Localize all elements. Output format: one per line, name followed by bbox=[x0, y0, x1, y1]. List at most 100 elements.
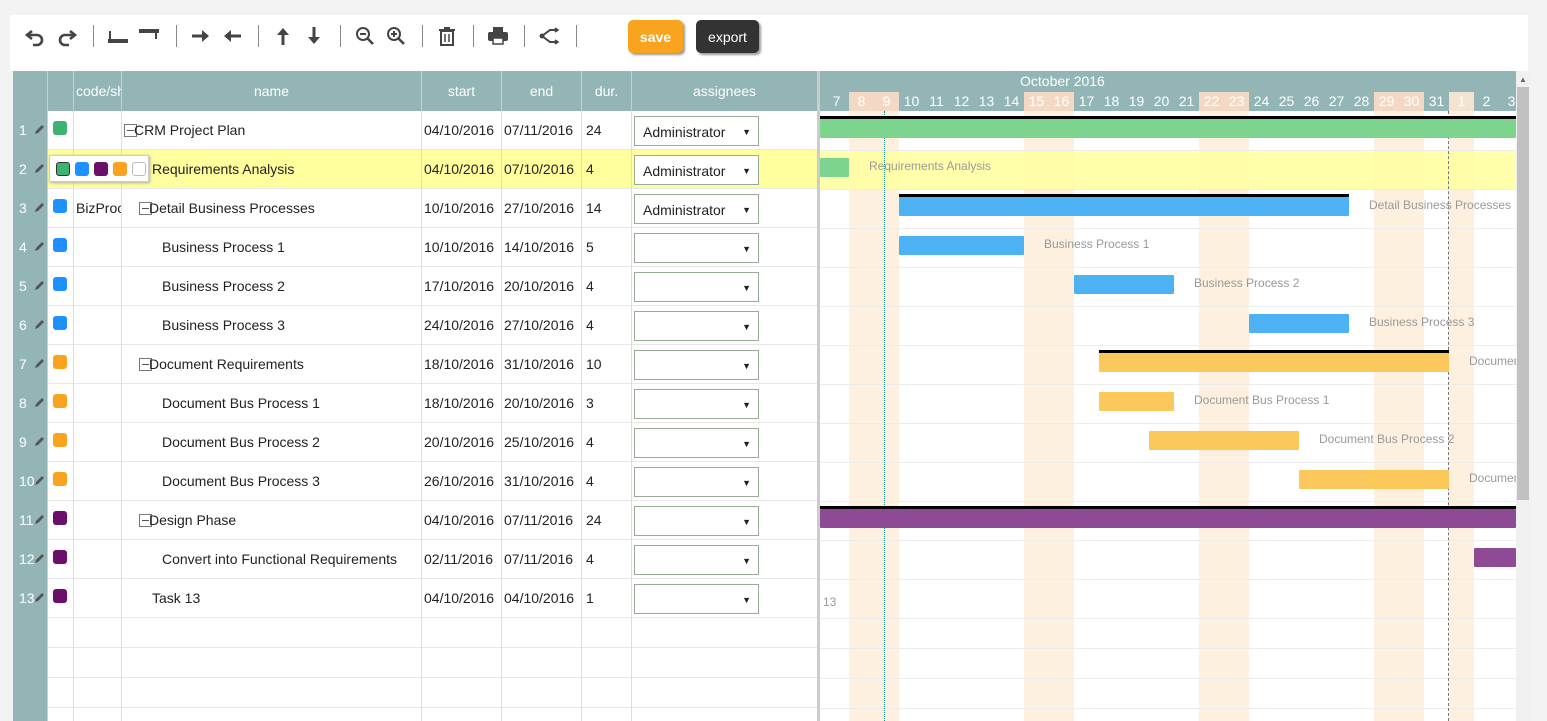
duration-cell[interactable]: 4 bbox=[582, 267, 632, 306]
gantt-task-bar[interactable] bbox=[899, 236, 1024, 255]
status-option-orange[interactable] bbox=[113, 162, 127, 176]
status-square[interactable] bbox=[53, 511, 67, 525]
status-cell[interactable] bbox=[48, 111, 74, 150]
code-cell[interactable] bbox=[74, 540, 122, 579]
name-cell[interactable]: Business Process 3 bbox=[122, 306, 422, 345]
status-cell[interactable] bbox=[48, 384, 74, 423]
duration-cell[interactable]: 24 bbox=[582, 111, 632, 150]
assignee-select[interactable]: ▼ bbox=[634, 350, 759, 380]
status-square[interactable] bbox=[53, 394, 67, 408]
gantt-task-bar[interactable] bbox=[1299, 470, 1449, 489]
status-cell[interactable] bbox=[48, 345, 74, 384]
edit-pencil-icon[interactable] bbox=[33, 475, 45, 487]
assignee-select[interactable]: ▼ bbox=[634, 389, 759, 419]
edit-pencil-icon[interactable] bbox=[33, 319, 45, 331]
assignee-select[interactable]: ▼ bbox=[634, 506, 759, 536]
assignee-select[interactable]: ▼ bbox=[634, 428, 759, 458]
start-date-cell[interactable]: 18/10/2016 bbox=[422, 384, 502, 423]
name-cell[interactable]: Document Bus Process 1 bbox=[122, 384, 422, 423]
status-square[interactable] bbox=[53, 238, 67, 252]
status-square[interactable] bbox=[53, 121, 67, 135]
outdent-icon[interactable] bbox=[219, 23, 245, 49]
status-cell[interactable] bbox=[48, 501, 74, 540]
code-cell[interactable] bbox=[74, 462, 122, 501]
code-cell[interactable] bbox=[74, 501, 122, 540]
assignee-select[interactable]: ▼ bbox=[634, 467, 759, 497]
edit-pencil-icon[interactable] bbox=[33, 241, 45, 253]
header-end[interactable]: end bbox=[502, 71, 582, 111]
end-date-cell[interactable]: 04/10/2016 bbox=[502, 579, 582, 618]
gantt-summary-bar[interactable] bbox=[820, 116, 1516, 138]
status-cell[interactable] bbox=[48, 267, 74, 306]
edit-pencil-icon[interactable] bbox=[33, 514, 45, 526]
status-square[interactable] bbox=[53, 199, 67, 213]
table-row[interactable]: 12 Convert into Functional Requirements … bbox=[13, 540, 817, 579]
zoom-out-icon[interactable] bbox=[352, 23, 378, 49]
end-date-cell[interactable]: 07/11/2016 bbox=[502, 540, 582, 579]
table-row[interactable]: 11 Design Phase 04/10/2016 07/11/2016 24… bbox=[13, 501, 817, 540]
header-assignees[interactable]: assignees bbox=[632, 71, 817, 111]
end-date-cell[interactable]: 07/10/2016 bbox=[502, 150, 582, 189]
status-square[interactable] bbox=[53, 589, 67, 603]
start-date-cell[interactable]: 04/10/2016 bbox=[422, 501, 502, 540]
assignee-select[interactable]: ▼ bbox=[634, 584, 759, 614]
end-date-cell[interactable]: 27/10/2016 bbox=[502, 189, 582, 228]
start-date-cell[interactable]: 02/11/2016 bbox=[422, 540, 502, 579]
table-row[interactable]: 4 Business Process 1 10/10/2016 14/10/20… bbox=[13, 228, 817, 267]
end-date-cell[interactable]: 31/10/2016 bbox=[502, 345, 582, 384]
start-date-cell[interactable]: 04/10/2016 bbox=[422, 111, 502, 150]
scroll-up-icon[interactable]: ▲ bbox=[1519, 75, 1527, 84]
critical-path-icon[interactable] bbox=[536, 23, 562, 49]
status-cell[interactable] bbox=[48, 540, 74, 579]
status-square[interactable] bbox=[53, 472, 67, 486]
duration-cell[interactable]: 5 bbox=[582, 228, 632, 267]
start-date-cell[interactable]: 26/10/2016 bbox=[422, 462, 502, 501]
status-cell[interactable] bbox=[48, 228, 74, 267]
undo-icon[interactable] bbox=[22, 23, 48, 49]
status-square[interactable] bbox=[53, 550, 67, 564]
duration-cell[interactable]: 4 bbox=[582, 423, 632, 462]
duration-cell[interactable]: 10 bbox=[582, 345, 632, 384]
gantt-summary-bar[interactable] bbox=[899, 194, 1349, 216]
assignee-select[interactable]: ▼ bbox=[634, 233, 759, 263]
status-square[interactable] bbox=[53, 433, 67, 447]
status-square[interactable] bbox=[53, 277, 67, 291]
start-date-cell[interactable]: 04/10/2016 bbox=[422, 150, 502, 189]
edit-pencil-icon[interactable] bbox=[33, 436, 45, 448]
trash-icon[interactable] bbox=[434, 23, 460, 49]
table-row[interactable]: 9 Document Bus Process 2 20/10/2016 25/1… bbox=[13, 423, 817, 462]
header-name[interactable]: name bbox=[122, 71, 422, 111]
gantt-task-bar[interactable] bbox=[1249, 314, 1349, 333]
table-row[interactable]: 10 Document Bus Process 3 26/10/2016 31/… bbox=[13, 462, 817, 501]
status-square[interactable] bbox=[53, 355, 67, 369]
edit-pencil-icon[interactable] bbox=[33, 553, 45, 565]
redo-icon[interactable] bbox=[54, 23, 80, 49]
status-cell[interactable] bbox=[48, 423, 74, 462]
code-cell[interactable] bbox=[74, 267, 122, 306]
duration-cell[interactable]: 4 bbox=[582, 462, 632, 501]
insert-below-icon[interactable] bbox=[136, 23, 162, 49]
name-cell[interactable]: Document Bus Process 3 bbox=[122, 462, 422, 501]
status-cell[interactable] bbox=[48, 306, 74, 345]
table-row[interactable]: 7 Document Requirements 18/10/2016 31/10… bbox=[13, 345, 817, 384]
end-date-cell[interactable]: 07/11/2016 bbox=[502, 111, 582, 150]
move-up-icon[interactable] bbox=[270, 23, 296, 49]
status-option-green[interactable] bbox=[56, 162, 70, 176]
header-start[interactable]: start bbox=[422, 71, 502, 111]
end-date-cell[interactable]: 20/10/2016 bbox=[502, 267, 582, 306]
table-row[interactable]: 5 Business Process 2 17/10/2016 20/10/20… bbox=[13, 267, 817, 306]
start-date-cell[interactable]: 17/10/2016 bbox=[422, 267, 502, 306]
status-option-white[interactable] bbox=[132, 162, 146, 176]
edit-pencil-icon[interactable] bbox=[33, 280, 45, 292]
edit-pencil-icon[interactable] bbox=[33, 202, 45, 214]
end-date-cell[interactable]: 20/10/2016 bbox=[502, 384, 582, 423]
scrollbar-thumb[interactable] bbox=[1517, 87, 1529, 500]
end-date-cell[interactable]: 14/10/2016 bbox=[502, 228, 582, 267]
vertical-scrollbar[interactable]: ▲ bbox=[1516, 71, 1530, 721]
duration-cell[interactable]: 4 bbox=[582, 540, 632, 579]
code-cell[interactable] bbox=[74, 111, 122, 150]
end-date-cell[interactable]: 31/10/2016 bbox=[502, 462, 582, 501]
duration-cell[interactable]: 24 bbox=[582, 501, 632, 540]
status-cell[interactable] bbox=[48, 579, 74, 618]
table-row[interactable]: 6 Business Process 3 24/10/2016 27/10/20… bbox=[13, 306, 817, 345]
